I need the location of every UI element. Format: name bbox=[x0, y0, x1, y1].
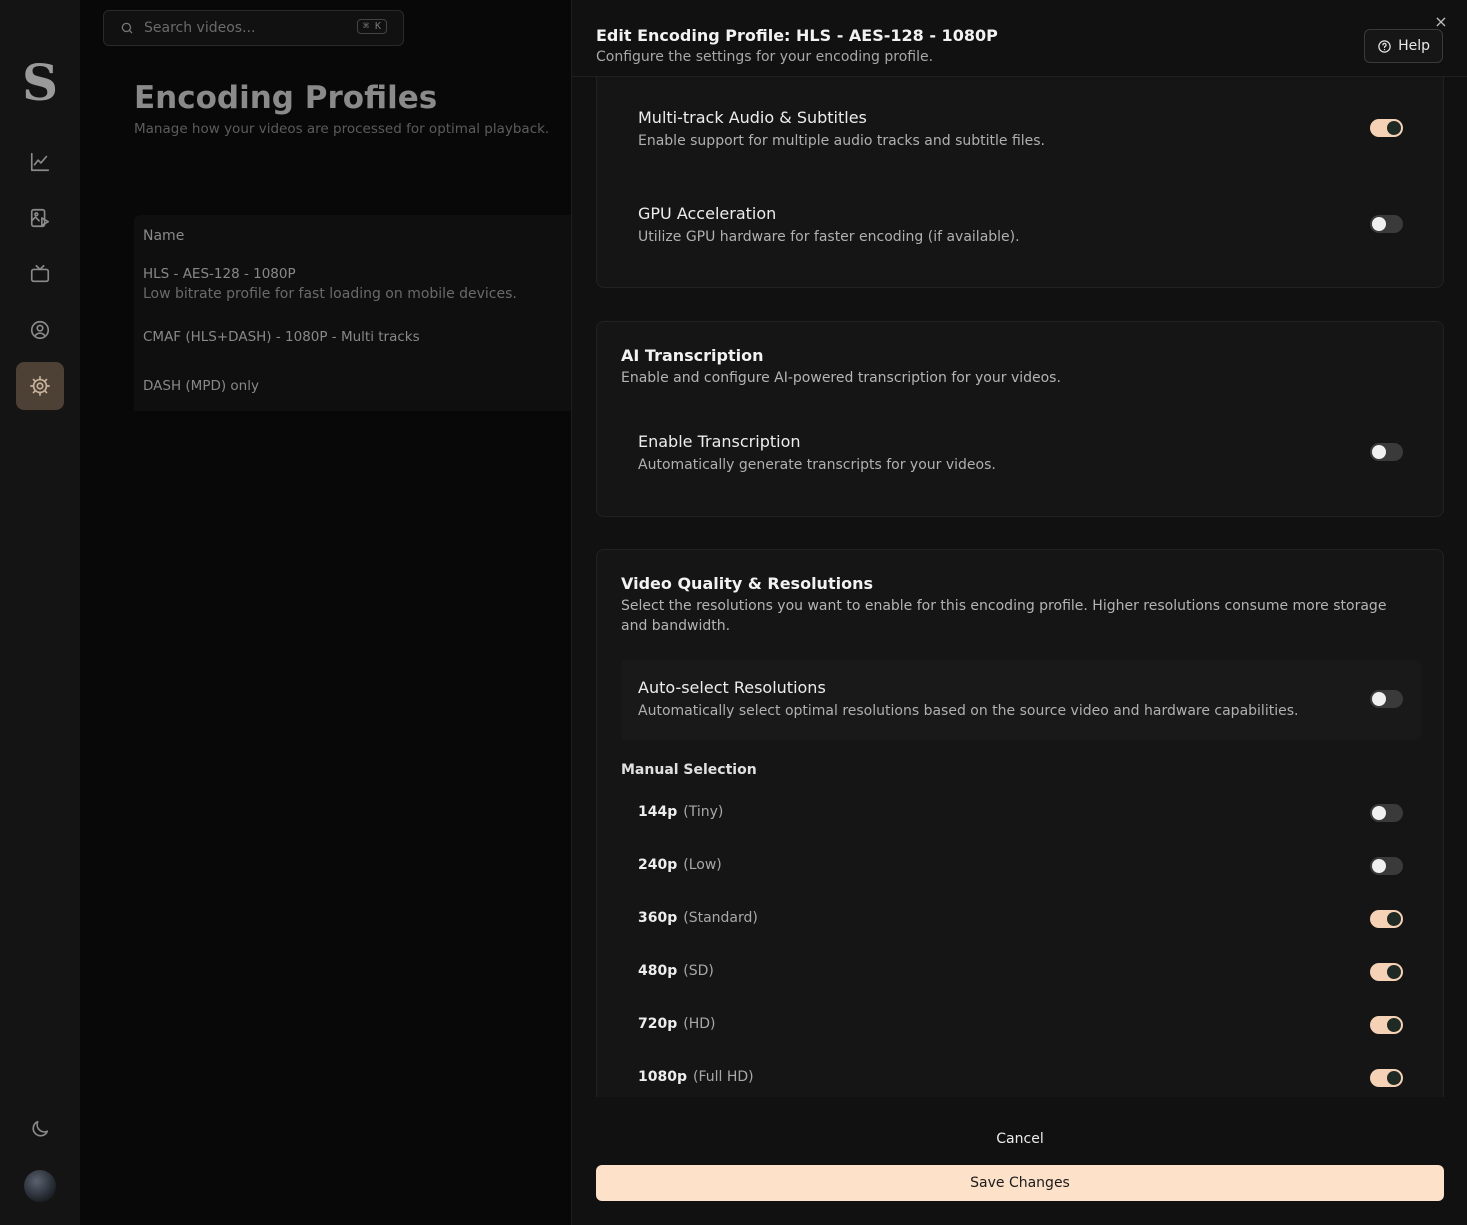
resolution-value: 480p bbox=[638, 963, 678, 979]
resolution-row: 1080p (Full HD) bbox=[638, 1069, 754, 1085]
resolution-toggle-240p[interactable] bbox=[1370, 857, 1403, 875]
resolution-value: 720p bbox=[638, 1016, 678, 1032]
toggle-knob bbox=[1372, 445, 1386, 459]
sidebar: S bbox=[0, 0, 80, 1225]
card-desc: Select the resolutions you want to enabl… bbox=[621, 598, 1387, 634]
card-title: Video Quality & Resolutions bbox=[621, 574, 873, 593]
nav-videos[interactable] bbox=[16, 194, 64, 242]
features-card: Multi-track Audio & Subtitles Enable sup… bbox=[596, 77, 1444, 288]
resolution-value: 1080p bbox=[638, 1069, 687, 1085]
moon-icon bbox=[32, 1120, 49, 1137]
resolution-row: 720p (HD) bbox=[638, 1016, 715, 1032]
resolution-row: 144p (Tiny) bbox=[638, 804, 723, 820]
card-desc: Enable and configure AI-powered transcri… bbox=[621, 370, 1061, 386]
toggle-knob bbox=[1387, 1071, 1401, 1085]
resolution-toggle-360p[interactable] bbox=[1370, 910, 1403, 928]
cancel-button[interactable]: Cancel bbox=[596, 1119, 1444, 1159]
toggle-knob bbox=[1372, 217, 1386, 231]
edit-profile-drawer: × Edit Encoding Profile: HLS - AES-128 -… bbox=[571, 0, 1467, 1225]
shortcut-hint: ⌘ K bbox=[356, 19, 387, 34]
nav-analytics[interactable] bbox=[16, 138, 64, 186]
option-title: Auto-select Resolutions bbox=[638, 678, 826, 697]
option-transcription: Enable Transcription Automatically gener… bbox=[638, 432, 996, 473]
resolution-toggle-144p[interactable] bbox=[1370, 804, 1403, 822]
profiles-table: Name HLS - AES-128 - 1080P Low bitrate p… bbox=[134, 215, 571, 411]
resolution-tag: (Low) bbox=[683, 857, 722, 873]
analytics-icon bbox=[30, 152, 50, 172]
table-row[interactable]: CMAF (HLS+DASH) - 1080P - Multi tracks bbox=[143, 329, 420, 345]
feature-desc: Enable support for multiple audio tracks… bbox=[638, 133, 1046, 149]
resolution-tag: (HD) bbox=[683, 1016, 716, 1032]
table-header-name: Name bbox=[143, 228, 185, 244]
nav-live[interactable] bbox=[16, 250, 64, 298]
feature-title: Multi-track Audio & Subtitles bbox=[638, 108, 867, 127]
resolution-tag: (Full HD) bbox=[693, 1069, 754, 1085]
table-row-desc: Low bitrate profile for fast loading on … bbox=[143, 286, 517, 302]
manual-selection-label: Manual Selection bbox=[621, 762, 757, 778]
theme-toggle[interactable] bbox=[16, 1105, 64, 1153]
search-placeholder: Search videos... bbox=[144, 20, 256, 36]
resolution-row: 240p (Low) bbox=[638, 857, 722, 873]
resolution-value: 240p bbox=[638, 857, 678, 873]
drawer-footer: Cancel Save Changes bbox=[572, 1097, 1467, 1225]
toggle-knob bbox=[1387, 912, 1401, 926]
help-icon bbox=[1378, 39, 1391, 53]
search-box[interactable]: Search videos... ⌘ K bbox=[103, 10, 404, 46]
resolution-tag: (Standard) bbox=[683, 910, 758, 926]
resolution-toggle-720p[interactable] bbox=[1370, 1016, 1403, 1034]
help-label: Help bbox=[1398, 38, 1430, 54]
table-row[interactable]: HLS - AES-128 - 1080P bbox=[143, 266, 296, 282]
toggle-knob bbox=[1387, 965, 1401, 979]
close-icon[interactable]: × bbox=[1433, 14, 1449, 30]
feature-multitrack: Multi-track Audio & Subtitles Enable sup… bbox=[638, 108, 1045, 149]
drawer-title: Edit Encoding Profile: HLS - AES-128 - 1… bbox=[596, 26, 998, 45]
option-title: Enable Transcription bbox=[638, 432, 801, 451]
page-subtitle: Manage how your videos are processed for… bbox=[134, 121, 550, 137]
gear-icon bbox=[30, 376, 50, 396]
user-icon bbox=[30, 320, 50, 340]
save-changes-button[interactable]: Save Changes bbox=[596, 1165, 1444, 1201]
table-row[interactable]: DASH (MPD) only bbox=[143, 378, 259, 394]
nav-account[interactable] bbox=[16, 306, 64, 354]
resolution-value: 360p bbox=[638, 910, 678, 926]
video-quality-card: Video Quality & Resolutions Select the r… bbox=[596, 549, 1444, 1097]
toggle-knob bbox=[1372, 806, 1386, 820]
resolution-toggle-1080p[interactable] bbox=[1370, 1069, 1403, 1087]
resolution-toggle-480p[interactable] bbox=[1370, 963, 1403, 981]
resolution-row: 360p (Standard) bbox=[638, 910, 758, 926]
feature-desc: Utilize GPU hardware for faster encoding… bbox=[638, 229, 1020, 245]
page-title: Encoding Profiles bbox=[134, 80, 438, 116]
help-button[interactable]: Help bbox=[1364, 29, 1443, 63]
drawer-scroll-area[interactable]: Multi-track Audio & Subtitles Enable sup… bbox=[572, 77, 1467, 1097]
transcription-toggle[interactable] bbox=[1370, 443, 1403, 461]
search-icon bbox=[121, 22, 133, 34]
background-page: Search videos... ⌘ K Encoding Profiles M… bbox=[80, 0, 571, 1225]
card-title: AI Transcription bbox=[621, 346, 764, 365]
resolution-value: 144p bbox=[638, 804, 678, 820]
feature-gpu: GPU Acceleration Utilize GPU hardware fo… bbox=[638, 204, 1020, 245]
auto-select-box: Auto-select Resolutions Automatically se… bbox=[621, 660, 1421, 740]
auto-select-toggle[interactable] bbox=[1370, 690, 1403, 708]
resolution-tag: (SD) bbox=[683, 963, 714, 979]
resolution-tag: (Tiny) bbox=[683, 804, 724, 820]
toggle-knob bbox=[1372, 692, 1386, 706]
option-auto-select: Auto-select Resolutions Automatically se… bbox=[638, 678, 1298, 719]
toggle-knob bbox=[1372, 859, 1386, 873]
tv-icon bbox=[30, 264, 50, 283]
app-logo: S bbox=[21, 53, 59, 112]
gpu-toggle[interactable] bbox=[1370, 215, 1403, 233]
multitrack-toggle[interactable] bbox=[1370, 119, 1403, 137]
resolution-row: 480p (SD) bbox=[638, 963, 714, 979]
ai-transcription-card: AI Transcription Enable and configure AI… bbox=[596, 321, 1444, 517]
option-desc: Automatically generate transcripts for y… bbox=[638, 457, 996, 473]
toggle-knob bbox=[1387, 121, 1401, 135]
nav-settings[interactable] bbox=[16, 362, 64, 410]
drawer-subtitle: Configure the settings for your encoding… bbox=[596, 49, 934, 65]
toggle-knob bbox=[1387, 1018, 1401, 1032]
video-library-icon bbox=[30, 208, 50, 228]
option-desc: Automatically select optimal resolutions… bbox=[638, 703, 1299, 719]
avatar[interactable] bbox=[24, 1170, 56, 1202]
feature-title: GPU Acceleration bbox=[638, 204, 777, 223]
